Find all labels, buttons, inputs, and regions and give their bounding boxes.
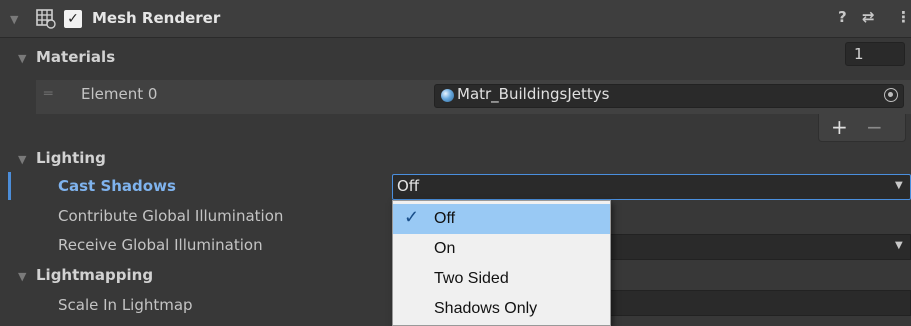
materials-label[interactable]: Materials: [36, 48, 115, 66]
lightmapping-label[interactable]: Lightmapping: [36, 266, 153, 284]
menu-option-on[interactable]: On: [393, 234, 610, 264]
modified-indicator: [8, 172, 11, 200]
cast-shadows-label: Cast Shadows: [58, 177, 176, 195]
lighting-fold-arrow[interactable]: ▼: [18, 153, 26, 166]
component-title: Mesh Renderer: [92, 9, 221, 27]
cast-shadows-menu: ✓ Off On Two Sided Shadows Only: [392, 200, 611, 326]
scale-in-lightmap-label: Scale In Lightmap: [58, 296, 193, 314]
materials-fold-arrow[interactable]: ▼: [18, 52, 26, 65]
checkmark-icon: ✓: [404, 207, 420, 227]
menu-option-two-sided[interactable]: Two Sided: [393, 264, 610, 294]
scale-in-lightmap-field[interactable]: [610, 290, 911, 316]
component-fold-arrow[interactable]: ▼: [10, 13, 18, 26]
object-picker-icon[interactable]: [884, 88, 898, 102]
material-sphere-icon: [441, 89, 454, 102]
contribute-gi-label: Contribute Global Illumination: [58, 207, 284, 225]
menu-option-off[interactable]: ✓ Off: [393, 204, 610, 234]
menu-option-shadows-only[interactable]: Shadows Only: [393, 294, 610, 324]
mesh-renderer-icon: [36, 9, 56, 29]
dropdown-arrow-icon: ▼: [895, 240, 903, 251]
receive-gi-label: Receive Global Illumination: [58, 236, 263, 254]
element-label: Element 0: [81, 85, 158, 103]
dropdown-arrow-icon: ▼: [895, 180, 903, 191]
materials-count-field[interactable]: 1: [845, 42, 905, 66]
help-icon[interactable]: ?: [838, 8, 847, 26]
receive-gi-dropdown[interactable]: [610, 234, 911, 260]
remove-element-button[interactable]: −: [866, 115, 883, 139]
lightmapping-fold-arrow[interactable]: ▼: [18, 270, 26, 283]
drag-handle-icon[interactable]: ═: [44, 86, 52, 102]
component-enabled-checkbox[interactable]: ✓: [64, 10, 82, 28]
lighting-label[interactable]: Lighting: [36, 149, 106, 167]
cast-shadows-dropdown[interactable]: [392, 174, 911, 200]
component-menu-icon[interactable]: ⋮: [896, 8, 911, 26]
presets-icon[interactable]: ⇄: [862, 8, 875, 26]
add-element-button[interactable]: +: [831, 115, 848, 139]
cast-shadows-value: Off: [397, 177, 420, 195]
material-name: Matr_BuildingsJettys: [457, 85, 610, 103]
